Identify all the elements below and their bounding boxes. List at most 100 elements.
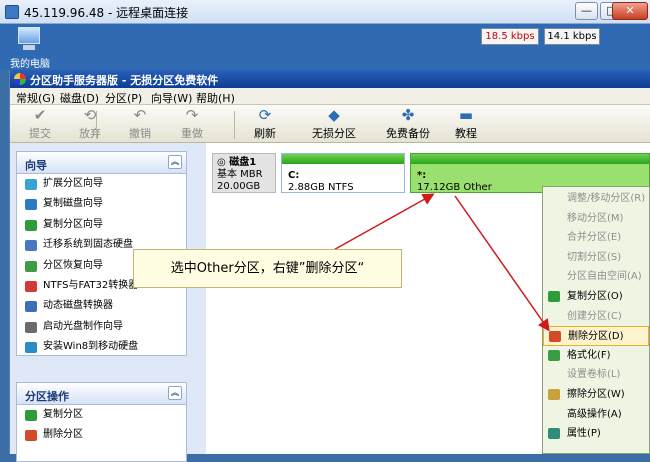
ops-group-item[interactable]: 删除分区 xyxy=(17,425,186,445)
context-menu-label: 分区自由空间(A) xyxy=(567,271,642,283)
app-title: 分区助手服务器版 - 无损分区免费软件 xyxy=(30,74,219,87)
context-menu-label: 设置卷标(L) xyxy=(567,369,621,381)
item-label: 删除分区 xyxy=(43,429,83,441)
my-computer-icon[interactable] xyxy=(14,27,44,53)
disk-1-info[interactable]: ◎ 磁盘1 基本 MBR 20.00GB xyxy=(212,153,276,193)
wizard-tool-icon xyxy=(25,240,37,252)
context-menu-label: 创建分区(C) xyxy=(567,310,622,322)
rdp-title-bar: 45.119.96.48 - 远程桌面连接 — □ ✕ xyxy=(0,0,650,24)
app-title-bar: 分区助手服务器版 - 无损分区免费软件 xyxy=(10,70,650,88)
collapse-ops-button[interactable]: ︽ xyxy=(168,386,182,400)
ops-group-header: 分区操作 ︽ xyxy=(17,383,186,405)
remote-desktop-icon xyxy=(5,5,19,19)
menu-partition[interactable]: 分区(P) xyxy=(105,90,142,106)
context-menu-item[interactable]: 删除分区(D) xyxy=(543,326,649,346)
partition-c-usage-bar xyxy=(282,154,404,164)
minimize-button[interactable]: — xyxy=(575,2,598,20)
wizard-tool-icon xyxy=(25,301,37,313)
context-menu-item[interactable]: 调整/移动分区(R) xyxy=(543,189,649,209)
toolbar-separator xyxy=(96,111,97,139)
context-menu-label: 删除分区(D) xyxy=(568,331,624,343)
refresh-icon: ⟳ xyxy=(258,106,272,124)
wizard-group-item[interactable]: 安装Win8到移动硬盘 xyxy=(17,337,186,357)
wizard-tool-icon xyxy=(25,260,37,272)
toolbar-backup-button[interactable]: ✤ 免费备份 xyxy=(380,107,436,141)
context-menu-item[interactable]: 属性(P) xyxy=(543,424,649,444)
partition-ops-group: 分区操作 ︽ 复制分区删除分区 xyxy=(16,382,187,462)
wizard-tool-icon xyxy=(25,199,37,211)
context-menu-item[interactable]: 设置卷标(L) xyxy=(543,365,649,385)
context-menu-label: 切割分区(S) xyxy=(567,251,622,263)
context-menu-label: 格式化(F) xyxy=(567,349,611,361)
item-label: 安装Win8到移动硬盘 xyxy=(43,341,139,353)
context-menu-item[interactable]: 切割分区(S) xyxy=(543,248,649,268)
disk-name: 磁盘1 xyxy=(229,157,257,168)
toolbar-label: 免费备份 xyxy=(386,127,430,140)
wizard-group-title: 向导 xyxy=(25,159,47,172)
context-menu-label: 调整/移动分区(R) xyxy=(567,193,646,204)
wizard-group-item[interactable]: 动态磁盘转换器 xyxy=(17,296,186,316)
toolbar-refresh-button[interactable]: ⟳ 刷新 xyxy=(243,107,287,141)
toolbar-label: 无损分区 xyxy=(312,127,356,140)
app-logo-icon xyxy=(14,73,26,85)
toolbar-label: 重做 xyxy=(181,127,203,140)
context-menu-item[interactable]: 合并分区(E) xyxy=(543,228,649,248)
wizard-group-item[interactable]: 复制磁盘向导 xyxy=(17,194,186,214)
context-menu-item[interactable]: 高级操作(A) xyxy=(543,405,649,425)
partition-context-menu: 调整/移动分区(R) 移动分区(M) 合并分区(E) 切割分区(S) 分区自由空间(A)… xyxy=(542,186,650,454)
wizard-tool-icon xyxy=(25,219,37,231)
item-label: 分区恢复向导 xyxy=(43,259,103,271)
toolbar-check-button[interactable]: ✔ 提交 xyxy=(20,107,60,141)
check-icon: ✔ xyxy=(33,106,47,124)
delete-partition-icon xyxy=(549,331,561,343)
partition-other-name: *: xyxy=(417,170,427,181)
wizard-group-item[interactable]: 复制分区向导 xyxy=(17,215,186,235)
wizard-tool-icon xyxy=(25,280,37,292)
ops-group-item[interactable]: 复制分区 xyxy=(17,405,186,425)
toolbar-tutorial-button[interactable]: ▬ 教程 xyxy=(446,107,486,141)
context-menu-item[interactable]: 移动分区(M) xyxy=(543,209,649,229)
item-label: 复制磁盘向导 xyxy=(43,198,103,210)
partition-c-name: C: xyxy=(288,170,300,181)
wizard-group-item[interactable]: 扩展分区向导 xyxy=(17,174,186,194)
item-label: NTFS与FAT32转换器 xyxy=(43,279,139,291)
toolbar-label: 撤销 xyxy=(129,127,151,140)
toolbar-label: 刷新 xyxy=(254,127,276,140)
menu-wizard[interactable]: 向导(W) xyxy=(151,90,192,106)
context-menu-label: 合并分区(E) xyxy=(567,232,622,244)
menu-general[interactable]: 常规(G) xyxy=(16,90,55,106)
undo-icon: ↶ xyxy=(133,106,147,124)
context-menu-label: 擦除分区(W) xyxy=(567,389,625,400)
context-menu-item[interactable]: 格式化(F) xyxy=(543,346,649,366)
collapse-wizard-button[interactable]: ︽ xyxy=(168,155,182,169)
toolbar-label: 提交 xyxy=(29,127,51,140)
wipe-partition-icon xyxy=(548,389,560,400)
context-menu-item[interactable]: 复制分区(O) xyxy=(543,287,649,307)
toolbar-discard-button[interactable]: ⟲ 放弃 xyxy=(68,107,112,141)
wizard-tool-icon xyxy=(25,321,37,333)
context-menu-item[interactable]: 擦除分区(W) xyxy=(543,385,649,405)
redo-icon: ↷ xyxy=(185,106,199,124)
wizard-tool-icon xyxy=(25,342,37,354)
ops-group-title: 分区操作 xyxy=(25,390,69,403)
left-panel: 向导 ︽ 扩展分区向导 复制磁盘向导 复制分区向导 迁移系统到固态硬盘 分区恢复向导 NT… xyxy=(10,143,206,462)
toolbar-undo-button[interactable]: ↶ 撤销 xyxy=(118,107,162,141)
toolbar-partition-button[interactable]: ◆ 无损分区 xyxy=(306,107,362,141)
item-label: 启动光盘制作向导 xyxy=(43,320,123,332)
remote-desktop: 我的电脑 18.5 kbps 14.1 kbps xyxy=(0,24,650,70)
wizard-group-item[interactable]: 启动光盘制作向导 xyxy=(17,317,186,337)
context-menu-item[interactable]: 创建分区(C) xyxy=(543,307,649,327)
item-label: 复制分区向导 xyxy=(43,218,103,230)
partition-c-info: 2.88GB NTFS xyxy=(288,182,354,193)
context-menu-item[interactable]: 分区自由空间(A) xyxy=(543,267,649,287)
context-menu-label: 移动分区(M) xyxy=(567,212,624,224)
toolbar-redo-button[interactable]: ↷ 重做 xyxy=(170,107,214,141)
backup-icon: ✤ xyxy=(401,106,415,124)
close-button[interactable]: ✕ xyxy=(612,2,648,20)
toolbar-label: 教程 xyxy=(455,127,477,140)
menu-disk[interactable]: 磁盘(D) xyxy=(60,90,99,106)
disk-type: 基本 MBR xyxy=(217,169,263,180)
menu-help[interactable]: 帮助(H) xyxy=(196,90,235,106)
wizard-group-header: 向导 ︽ xyxy=(17,152,186,174)
partition-c[interactable]: C: 2.88GB NTFS xyxy=(281,153,405,193)
